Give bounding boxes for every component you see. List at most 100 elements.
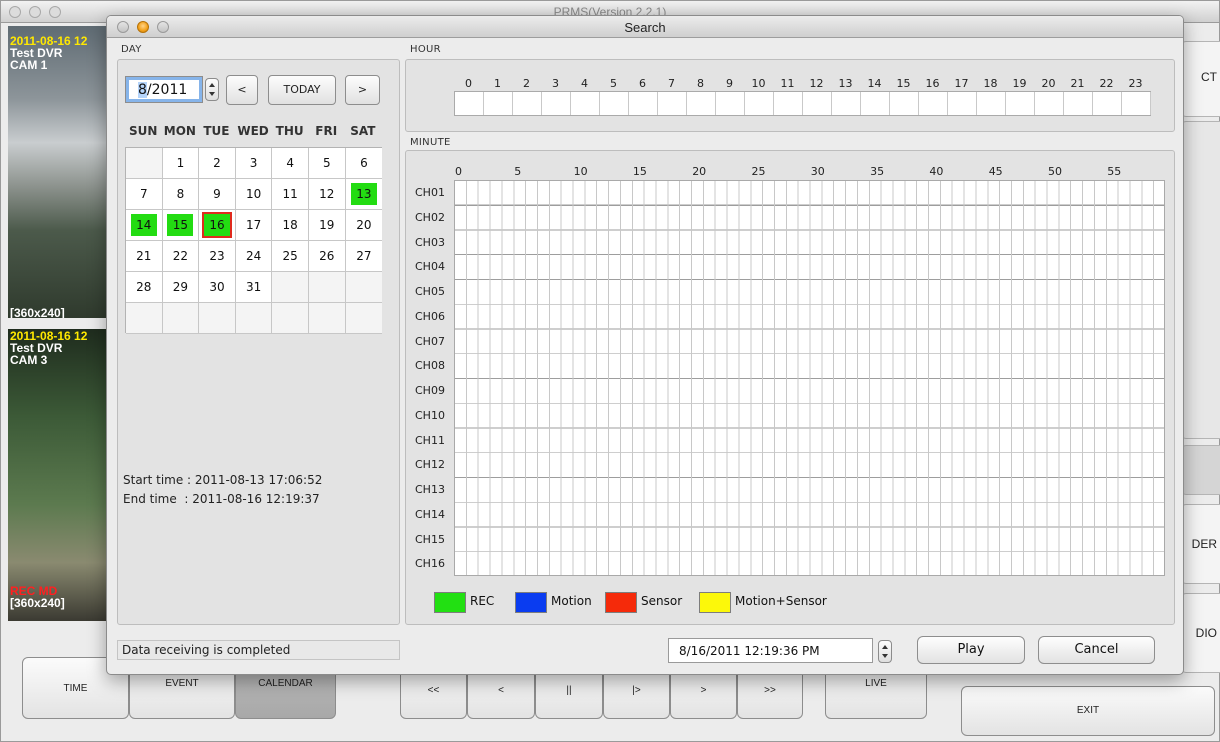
today-button[interactable]: TODAY	[268, 75, 336, 105]
calendar-day-cell[interactable]: 4	[272, 148, 309, 179]
hour-cell[interactable]	[919, 92, 948, 115]
hour-cell[interactable]	[1035, 92, 1064, 115]
month-stepper[interactable]	[205, 78, 219, 101]
datetime-stepper[interactable]	[878, 640, 892, 663]
calendar-day-cell[interactable]: 17	[235, 210, 273, 241]
calendar-day-number: 28	[136, 280, 152, 294]
calendar-day-cell[interactable]: 10	[235, 179, 273, 210]
hour-label: 5	[610, 77, 617, 90]
hour-label: 7	[668, 77, 675, 90]
calendar-day-cell[interactable]: 11	[272, 179, 309, 210]
hour-cell[interactable]	[861, 92, 890, 115]
hour-cell[interactable]	[803, 92, 832, 115]
hour-cell[interactable]	[1064, 92, 1093, 115]
hour-timeline[interactable]	[454, 91, 1151, 116]
legend-swatch-rec	[434, 592, 466, 613]
hour-cell[interactable]	[600, 92, 629, 115]
calendar-day-cell[interactable]: 13	[345, 179, 383, 210]
day-section-label: DAY	[121, 44, 142, 55]
hour-cell[interactable]	[542, 92, 571, 115]
calendar-day-cell[interactable]: 31	[235, 272, 273, 303]
calendar-day-cell[interactable]: 24	[235, 241, 273, 272]
hour-cell[interactable]	[1093, 92, 1122, 115]
calendar-empty-cell	[272, 272, 309, 303]
minute-tick-label: 25	[751, 165, 766, 178]
calendar-day-cell[interactable]: 27	[345, 241, 383, 272]
calendar-day-number: 2	[213, 156, 221, 170]
hour-cell[interactable]	[1006, 92, 1035, 115]
hour-cell[interactable]	[977, 92, 1006, 115]
hour-cell[interactable]	[948, 92, 977, 115]
calendar-day-number: 6	[360, 156, 368, 170]
calendar-day-cell[interactable]: 3	[235, 148, 273, 179]
minute-timeline-grid[interactable]	[454, 180, 1165, 576]
calendar-day-number: 10	[245, 187, 262, 201]
hour-cell[interactable]	[455, 92, 484, 115]
hour-cell[interactable]	[571, 92, 600, 115]
calendar-day-cell[interactable]: 21	[126, 241, 163, 272]
datetime-field[interactable]: 8/16/2011 12:19:36 PM	[668, 638, 873, 663]
legend-swatch-motion	[515, 592, 547, 613]
next-month-button[interactable]: >	[345, 75, 380, 105]
recorder-button[interactable]: DER	[1181, 504, 1220, 584]
calendar-day-number: 12	[319, 187, 335, 201]
legend-label: REC	[470, 594, 495, 608]
audio-button[interactable]: DIO	[1181, 593, 1220, 673]
hour-section-label: HOUR	[410, 44, 441, 55]
calendar-day-cell[interactable]: 25	[272, 241, 309, 272]
hour-label: 16	[925, 77, 940, 90]
hour-label: 12	[809, 77, 824, 90]
calendar-day-cell[interactable]: 9	[199, 179, 236, 210]
calendar-day-cell[interactable]: 1	[162, 148, 200, 179]
cancel-button[interactable]: Cancel	[1038, 636, 1155, 664]
calendar-day-cell[interactable]: 15	[162, 210, 200, 241]
cam3-osd-resolution: [360x240]	[10, 596, 65, 610]
calendar-day-cell[interactable]: 14	[126, 210, 163, 241]
calendar-day-cell[interactable]: 16	[199, 210, 236, 241]
hour-cell[interactable]	[687, 92, 716, 115]
calendar-day-cell[interactable]: 8	[162, 179, 200, 210]
calendar-day-cell[interactable]: 22	[162, 241, 200, 272]
calendar-day-cell[interactable]: 2	[199, 148, 236, 179]
calendar-day-cell[interactable]: 30	[199, 272, 236, 303]
calendar-day-cell[interactable]: 6	[345, 148, 383, 179]
month-year-field[interactable]: 8/2011	[125, 76, 203, 103]
camera-view-1[interactable]: 2011-08-16 12 Test DVR CAM 1 [360x240]	[8, 26, 121, 318]
calendar-day-number: 11	[282, 187, 298, 201]
calendar-day-cell[interactable]: 5	[309, 148, 346, 179]
calendar-day-cell[interactable]: 23	[199, 241, 236, 272]
hour-cell[interactable]	[832, 92, 861, 115]
calendar-day-cell[interactable]: 18	[272, 210, 309, 241]
exit-button[interactable]: EXIT	[961, 686, 1215, 736]
hour-label: 6	[639, 77, 646, 90]
channel-label: CH03	[415, 235, 445, 249]
hour-cell[interactable]	[774, 92, 803, 115]
calendar-empty-cell	[199, 303, 236, 334]
hour-cell[interactable]	[629, 92, 658, 115]
right-side-button[interactable]	[1181, 445, 1220, 495]
calendar-day-number: 29	[172, 280, 189, 294]
hour-cell[interactable]	[484, 92, 513, 115]
hour-label: 9	[726, 77, 733, 90]
camera-view-3[interactable]: 2011-08-16 12 Test DVR CAM 3 REC MD [360…	[8, 329, 121, 621]
calendar-day-cell[interactable]: 28	[126, 272, 163, 303]
search-dialog-titlebar: Search	[107, 16, 1183, 38]
calendar-day-cell[interactable]: 12	[309, 179, 346, 210]
hour-cell[interactable]	[890, 92, 919, 115]
calendar-day-cell[interactable]: 29	[162, 272, 200, 303]
calendar-day-cell[interactable]: 26	[309, 241, 346, 272]
hour-cell[interactable]	[1122, 92, 1151, 115]
hour-cell[interactable]	[745, 92, 774, 115]
hour-cell[interactable]	[658, 92, 687, 115]
prev-month-button[interactable]: <	[226, 75, 258, 105]
play-button[interactable]: Play	[917, 636, 1025, 664]
calendar-day-cell[interactable]: 20	[345, 210, 383, 241]
hour-cell[interactable]	[513, 92, 542, 115]
hour-cell[interactable]	[716, 92, 745, 115]
channel-label: CH07	[415, 334, 445, 348]
channel-label: CH10	[415, 408, 445, 422]
play-forward-label: |>	[632, 685, 641, 696]
select-button[interactable]: CT	[1181, 41, 1220, 117]
calendar-day-cell[interactable]: 19	[309, 210, 346, 241]
calendar-day-cell[interactable]: 7	[126, 179, 163, 210]
